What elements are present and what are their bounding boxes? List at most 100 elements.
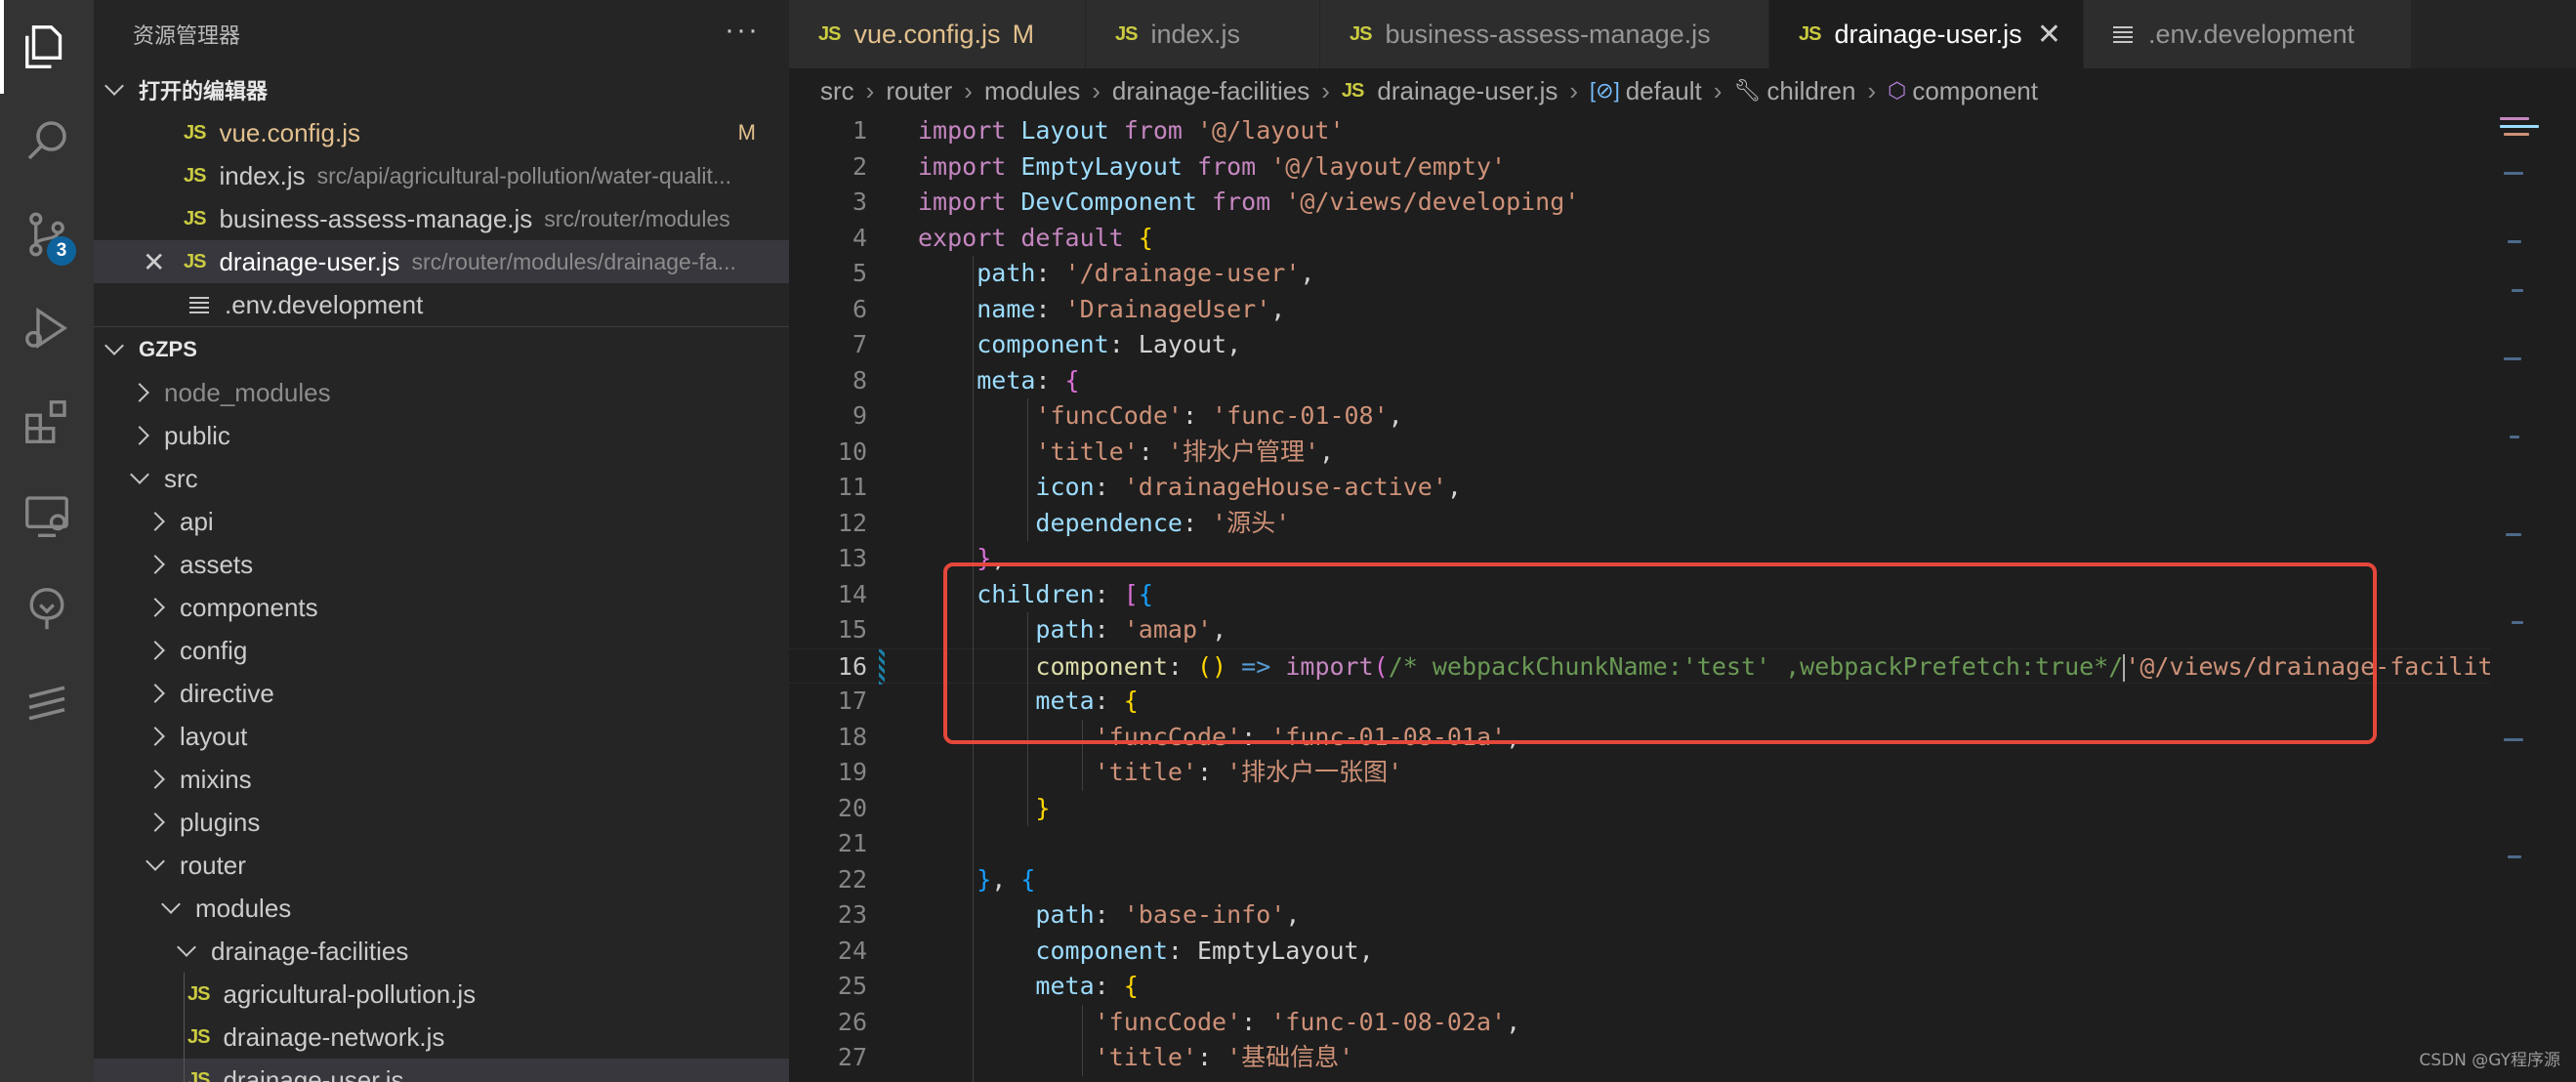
close-icon[interactable]: ✕: [143, 246, 165, 278]
tree-folder[interactable]: config: [94, 629, 789, 672]
code-line[interactable]: 26 'funcCode': 'func-01-08-02a',: [789, 1005, 2576, 1040]
minimap-line: [2504, 738, 2523, 741]
tree-folder[interactable]: mixins: [94, 758, 789, 801]
code-line[interactable]: 22 }, {: [789, 862, 2576, 897]
breadcrumb-item[interactable]: drainage-user.js: [1377, 76, 1558, 106]
close-icon[interactable]: ✕: [2037, 18, 2061, 52]
minimap[interactable]: [2490, 113, 2576, 1082]
tab-env-development[interactable]: .env.development: [2084, 0, 2412, 68]
breadcrumb-item[interactable]: drainage-facilities: [1112, 76, 1309, 106]
code-line[interactable]: 10 'title': '排水户管理',: [789, 435, 2576, 470]
tree-folder[interactable]: components: [94, 586, 789, 629]
code-line[interactable]: 3 import DevComponent from '@/views/devel…: [789, 185, 2576, 220]
line-number: 21: [837, 829, 867, 857]
tree-folder[interactable]: public: [94, 414, 789, 457]
code-line[interactable]: 23 path: 'base-info',: [789, 897, 2576, 933]
code-token: {: [1020, 864, 1036, 894]
tab-label: drainage-user.js: [1834, 19, 2022, 49]
gitlens-icon[interactable]: [0, 656, 94, 750]
code-line[interactable]: 1 import Layout from '@/layout': [789, 113, 2576, 148]
code-line[interactable]: 5 path: '/drainage-user',: [789, 256, 2576, 291]
tab-index[interactable]: JS index.js: [1086, 0, 1320, 68]
code-line[interactable]: 6 name: 'DrainageUser',: [789, 292, 2576, 327]
js-file-icon: JS: [1350, 22, 1372, 45]
code-line[interactable]: 19 'title': '排水户一张图': [789, 755, 2576, 790]
folder-name: directive: [180, 678, 274, 708]
line-number: 27: [837, 1043, 867, 1071]
code-line[interactable]: 9 'funcCode': 'func-01-08',: [789, 398, 2576, 434]
tree-folder[interactable]: src: [94, 457, 789, 500]
open-editor-item[interactable]: JS business-assess-manage.js src/router/…: [94, 197, 789, 240]
code-token: component: [976, 330, 1109, 358]
project-header[interactable]: GZPS: [94, 328, 789, 371]
file-path: src/api/agricultural-pollution/water-qua…: [316, 162, 732, 188]
line-number: 8: [852, 365, 867, 395]
code-line[interactable]: 7 component: Layout,: [789, 327, 2576, 362]
tree-file[interactable]: JS drainage-network.js: [94, 1016, 789, 1059]
folder-name: node_modules: [164, 377, 331, 407]
remote-explorer-icon[interactable]: [0, 469, 94, 562]
tree-folder[interactable]: api: [94, 500, 789, 543]
tree-folder[interactable]: node_modules: [94, 371, 789, 414]
tab-vue-config[interactable]: JS vue.config.js M: [789, 0, 1086, 68]
tree-folder[interactable]: directive: [94, 672, 789, 715]
more-actions-icon[interactable]: ···: [725, 14, 760, 47]
line-number: 25: [837, 972, 867, 1000]
tree-folder[interactable]: modules: [94, 887, 789, 930]
breadcrumb-item[interactable]: default: [1626, 76, 1702, 106]
line-number: 14: [837, 579, 867, 608]
code-line[interactable]: 28 },: [789, 1076, 2576, 1082]
tree-folder[interactable]: plugins: [94, 801, 789, 844]
file-path: src/router/modules/drainage-fa...: [411, 248, 736, 274]
breadcrumb-item[interactable]: component: [1912, 76, 2038, 106]
js-file-icon: JS: [1341, 79, 1364, 102]
tree-file[interactable]: JS agricultural-pollution.js: [94, 973, 789, 1016]
explorer-icon[interactable]: [0, 0, 94, 94]
source-control-icon[interactable]: 3: [0, 187, 94, 281]
open-editor-item-active[interactable]: ✕ JS drainage-user.js src/router/modules…: [94, 240, 789, 283]
tree-folder[interactable]: drainage-facilities: [94, 930, 789, 973]
open-editor-item[interactable]: .env.development: [94, 283, 789, 326]
code-token: ,: [1358, 936, 1374, 965]
code-line[interactable]: 12 dependence: '源头': [789, 506, 2576, 541]
sidebar-title: 资源管理器 ···: [94, 0, 789, 68]
tree-folder[interactable]: layout: [94, 715, 789, 758]
search-icon[interactable]: [0, 94, 94, 187]
breadcrumb-item[interactable]: children: [1766, 76, 1855, 106]
code-token: :: [1196, 1043, 1227, 1071]
line-number: 11: [837, 473, 867, 501]
breadcrumb-item[interactable]: router: [886, 76, 952, 106]
code-line[interactable]: 8 meta: {: [789, 363, 2576, 398]
code-line[interactable]: 4 export default {: [789, 221, 2576, 256]
tab-business-assess-manage[interactable]: JS business-assess-manage.js: [1320, 0, 1769, 68]
code-line[interactable]: 11 icon: 'drainageHouse-active',: [789, 470, 2576, 505]
breadcrumb-item[interactable]: src: [820, 76, 854, 106]
folder-name: plugins: [180, 807, 261, 837]
breadcrumb-item[interactable]: modules: [984, 76, 1080, 106]
tree-file-active[interactable]: JS drainage-user.js: [94, 1059, 789, 1082]
code-line[interactable]: 2 import EmptyLayout from '@/layout/empty…: [789, 149, 2576, 185]
tree-folder[interactable]: router: [94, 844, 789, 887]
run-debug-icon[interactable]: [0, 281, 94, 375]
code-text: import EmptyLayout from '@/layout/empty': [918, 149, 1506, 185]
open-editors-header[interactable]: 打开的编辑器: [94, 68, 789, 111]
settings-file-icon: [2113, 23, 2133, 46]
code-line[interactable]: 25 meta: {: [789, 969, 2576, 1004]
chevron-right-icon: [130, 383, 149, 402]
tab-drainage-user[interactable]: JS drainage-user.js ✕: [1769, 0, 2084, 68]
code-line[interactable]: 20 }: [789, 791, 2576, 826]
code-line[interactable]: 27 'title': '基础信息': [789, 1040, 2576, 1075]
code-token: ,: [991, 864, 1021, 894]
open-editor-item[interactable]: JS vue.config.js M: [94, 111, 789, 154]
open-editor-item[interactable]: JS index.js src/api/agricultural-polluti…: [94, 154, 789, 197]
tree-icon[interactable]: [0, 562, 94, 656]
code-token: from: [1196, 151, 1271, 181]
extensions-icon[interactable]: [0, 375, 94, 469]
code-text: },: [918, 1076, 1064, 1082]
code-line[interactable]: 24 component: EmptyLayout,: [789, 934, 2576, 969]
tree-folder[interactable]: assets: [94, 543, 789, 586]
chevron-down-icon: [130, 465, 149, 484]
code-line[interactable]: 21: [789, 826, 2576, 861]
